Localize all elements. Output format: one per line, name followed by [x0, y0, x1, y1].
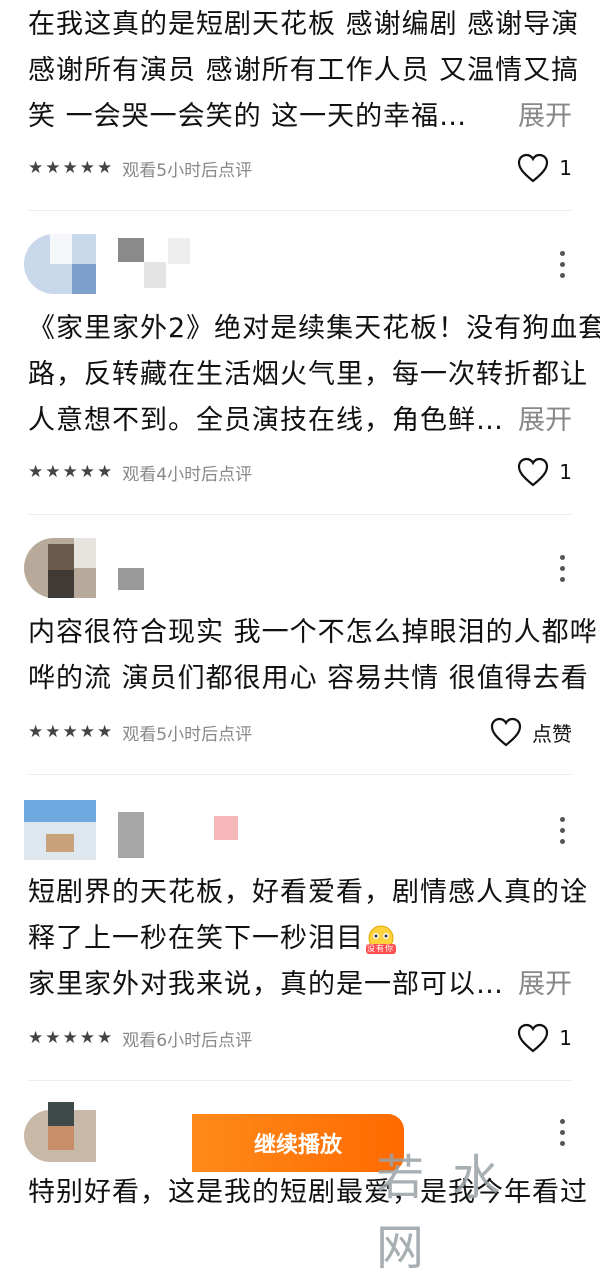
- rating-stars: ★ ★ ★ ★ ★: [28, 721, 113, 742]
- star-icon: ★: [45, 157, 61, 178]
- review-text: 在我这真的是短剧天花板 感谢编剧 感谢导演 感谢所有演员 感谢所有工作人员 又温…: [28, 2, 580, 140]
- star-icon: ★: [28, 461, 44, 482]
- avatar[interactable]: [24, 538, 96, 598]
- review-meta: ★ ★ ★ ★ ★ 观看6小时后点评: [28, 1022, 252, 1054]
- more-vertical-icon[interactable]: [552, 548, 572, 588]
- more-vertical-icon[interactable]: [552, 244, 572, 284]
- star-icon: ★: [62, 461, 78, 482]
- review-header: [0, 230, 600, 310]
- more-vertical-icon[interactable]: [552, 810, 572, 850]
- like-button[interactable]: 点赞: [490, 712, 572, 752]
- star-icon: ★: [62, 1027, 78, 1048]
- expand-link[interactable]: 展开: [518, 398, 572, 444]
- like-count: 1: [559, 460, 572, 484]
- review-header: [0, 534, 600, 614]
- star-icon: ★: [79, 721, 95, 742]
- star-icon: ★: [62, 721, 78, 742]
- review-meta: ★ ★ ★ ★ ★ 观看5小时后点评: [28, 152, 252, 184]
- review-text: 短剧界的天花板，好看爱看，剧情感人真的诠 释了上一秒在笑下一秒泪目 没有你 家里…: [28, 870, 588, 1008]
- review-text-line: 《家里家外2》绝对是续集天花板！没有狗血套: [28, 313, 600, 344]
- watch-note: 观看5小时后点评: [122, 724, 253, 745]
- rating-stars: ★ ★ ★ ★ ★: [28, 157, 113, 178]
- expand-link[interactable]: 展开: [518, 94, 572, 140]
- star-icon: ★: [45, 461, 61, 482]
- username-blurred[interactable]: [118, 804, 238, 858]
- like-button[interactable]: 1: [517, 148, 572, 188]
- review-text-line: 家里家外对我来说，真的是一部可以…: [28, 969, 504, 1000]
- star-icon: ★: [79, 157, 95, 178]
- star-icon: ★: [97, 157, 113, 178]
- continue-playing-button[interactable]: 继续播放: [192, 1114, 404, 1172]
- star-icon: ★: [62, 157, 78, 178]
- review-text-line: 笑 一会哭一会笑的 这一天的幸福…: [28, 101, 468, 132]
- like-button[interactable]: 1: [517, 1018, 572, 1058]
- review-text-line: 感谢所有演员 感谢所有工作人员 又温情又搞: [28, 55, 580, 86]
- emoji-caption: 没有你: [367, 943, 394, 953]
- divider: [28, 1080, 572, 1081]
- review-text-line: 哗的流 演员们都很用心 容易共情 很值得去看: [28, 663, 589, 694]
- review-text: 内容很符合现实 我一个不怎么掉眼泪的人都哗 哗的流 演员们都很用心 容易共情 很…: [28, 610, 598, 702]
- heart-icon: [518, 1023, 549, 1053]
- divider: [28, 514, 572, 515]
- username-blurred[interactable]: [118, 238, 208, 288]
- divider: [28, 210, 572, 211]
- heart-icon: [490, 717, 522, 747]
- watch-note: 观看4小时后点评: [122, 464, 253, 485]
- watch-note: 观看5小时后点评: [122, 160, 253, 181]
- rating-stars: ★ ★ ★ ★ ★: [28, 461, 113, 482]
- heart-icon: [518, 153, 549, 183]
- review-text-fragment: 释了上一秒在笑下一秒泪目: [28, 923, 364, 954]
- review-text-line: 短剧界的天花板，好看爱看，剧情感人真的诠: [28, 877, 588, 908]
- star-icon: ★: [97, 1027, 113, 1048]
- review-text-line: 在我这真的是短剧天花板 感谢编剧 感谢导演: [28, 9, 580, 40]
- review-header: [0, 796, 600, 876]
- review-meta: ★ ★ ★ ★ ★ 观看5小时后点评: [28, 716, 252, 748]
- star-icon: ★: [79, 1027, 95, 1048]
- review-text: 《家里家外2》绝对是续集天花板！没有狗血套 路，反转藏在生活烟火气里，每一次转折…: [28, 306, 600, 444]
- username-blurred[interactable]: [118, 542, 208, 592]
- star-icon: ★: [97, 721, 113, 742]
- avatar[interactable]: [24, 800, 96, 860]
- review-text-line: 释了上一秒在笑下一秒泪目 没有你: [28, 916, 576, 962]
- divider: [28, 774, 572, 775]
- star-icon: ★: [97, 461, 113, 482]
- teary-face-emoji-icon: 没有你: [364, 924, 398, 956]
- star-icon: ★: [45, 1027, 61, 1048]
- watermark: 若水网: [376, 1150, 529, 1276]
- star-icon: ★: [79, 461, 95, 482]
- expand-link[interactable]: 展开: [518, 962, 572, 1008]
- avatar[interactable]: [24, 234, 96, 294]
- heart-icon: [518, 457, 549, 487]
- like-button[interactable]: 1: [517, 452, 572, 492]
- like-count: 1: [559, 1026, 572, 1050]
- like-label: 点赞: [532, 721, 572, 746]
- star-icon: ★: [45, 721, 61, 742]
- star-icon: ★: [28, 157, 44, 178]
- watch-note: 观看6小时后点评: [122, 1030, 253, 1051]
- review-text-line: 内容很符合现实 我一个不怎么掉眼泪的人都哗: [28, 617, 598, 648]
- star-icon: ★: [28, 1027, 44, 1048]
- review-text-line: 人意想不到。全员演技在线，角色鲜…: [28, 405, 504, 436]
- rating-stars: ★ ★ ★ ★ ★: [28, 1027, 113, 1048]
- avatar[interactable]: [24, 1102, 96, 1162]
- review-meta: ★ ★ ★ ★ ★ 观看4小时后点评: [28, 456, 252, 488]
- review-text-line: 路，反转藏在生活烟火气里，每一次转折都让: [28, 359, 588, 390]
- like-count: 1: [559, 156, 572, 180]
- star-icon: ★: [28, 721, 44, 742]
